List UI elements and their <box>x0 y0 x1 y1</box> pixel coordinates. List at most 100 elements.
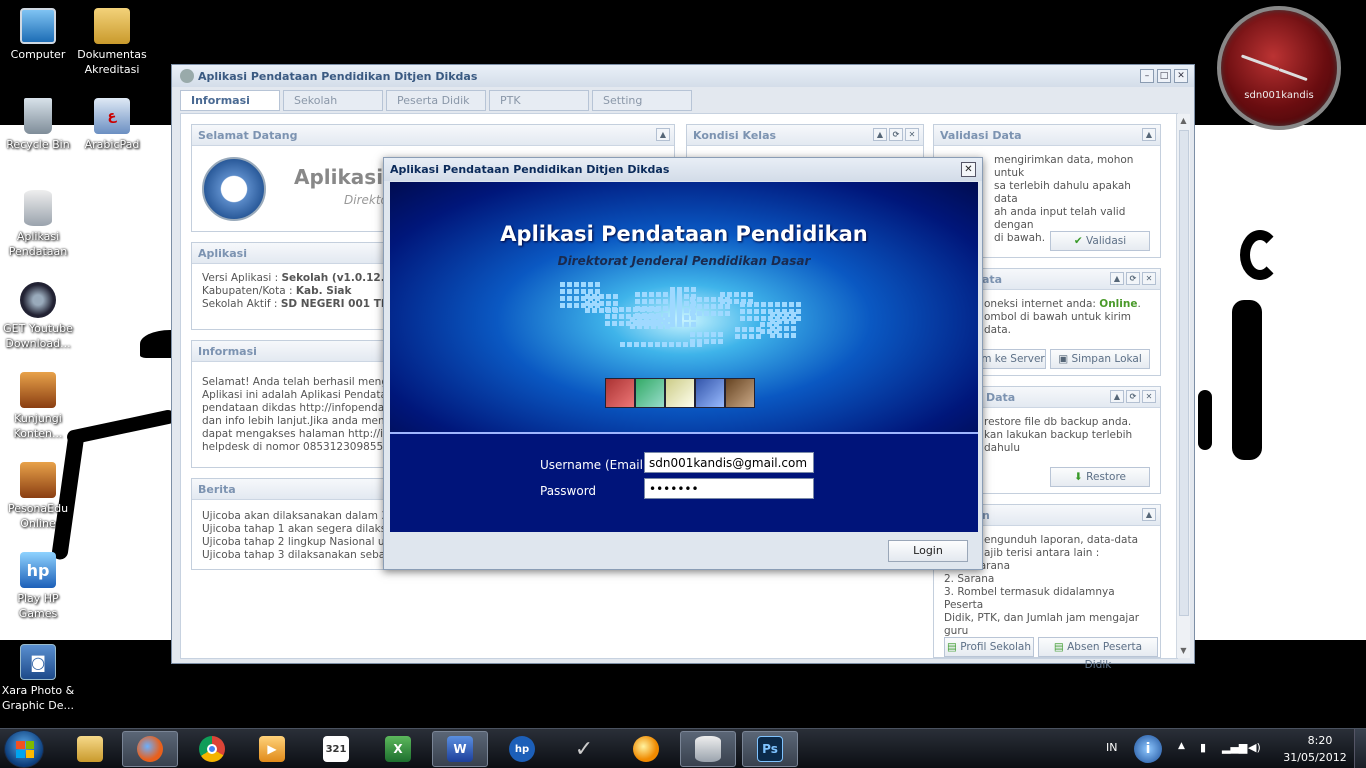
tab-ptk[interactable]: PTK <box>489 90 589 111</box>
map-dot <box>718 339 723 344</box>
collapse-icon[interactable]: ▲ <box>1110 272 1124 285</box>
main-window-titlebar[interactable]: Aplikasi Pendataan Pendidikan Ditjen Dik… <box>172 65 1194 87</box>
tab-sekolah[interactable]: Sekolah <box>283 90 383 111</box>
laporan-line: 2. Sarana <box>944 573 995 585</box>
collapse-icon[interactable]: ▲ <box>873 128 887 141</box>
map-dot <box>574 303 579 308</box>
taskbar-photoshop[interactable]: Ps <box>742 731 798 767</box>
refresh-icon[interactable]: ⟳ <box>1126 272 1140 285</box>
login-button[interactable]: Login <box>888 540 968 562</box>
clock-gadget[interactable]: sdn001kandis <box>1217 6 1341 130</box>
validasi-button[interactable]: ✔ Validasi <box>1050 231 1150 251</box>
collapse-icon[interactable]: ▲ <box>1142 128 1156 141</box>
desktop-icon-recycle-bin[interactable]: Recycle Bin <box>0 98 76 152</box>
desktop-icon-dokumentas[interactable]: Dokumentas Akreditasi <box>74 8 150 77</box>
desktop-icon-get-youtube[interactable]: GET Youtube Download... <box>0 282 76 351</box>
taskbar-firefox[interactable] <box>122 731 178 767</box>
device-icon[interactable]: ▮ <box>1200 741 1206 754</box>
kirim-server-button[interactable]: m ke Server <box>980 349 1046 369</box>
language-indicator[interactable]: IN <box>1106 741 1117 754</box>
sekolah-label: Sekolah Aktif : <box>202 298 281 310</box>
map-dot <box>677 287 682 292</box>
maximize-button[interactable]: □ <box>1157 69 1171 83</box>
scroll-down-icon[interactable]: ▼ <box>1177 644 1190 658</box>
photo-thumbnail <box>665 378 695 408</box>
map-dot <box>697 297 702 302</box>
banner-title: Aplikasi Pendataan Pendidikan <box>500 222 868 246</box>
taskbar-calendar[interactable]: 321 <box>308 731 364 767</box>
scroll-up-icon[interactable]: ▲ <box>1177 114 1190 128</box>
taskbar-chrome[interactable] <box>184 731 240 767</box>
map-dot <box>691 322 696 327</box>
map-dot <box>690 339 695 344</box>
show-desktop-button[interactable] <box>1354 729 1366 768</box>
desktop-icon-label: Xara Photo & Graphic De... <box>1 684 75 712</box>
map-dot <box>796 316 801 321</box>
map-dot <box>677 322 682 327</box>
taskbar-excel[interactable]: X <box>370 731 426 767</box>
taskbar-database-app[interactable] <box>680 731 736 767</box>
simpan-lokal-button[interactable]: ▣ Simpan Lokal <box>1050 349 1150 369</box>
minimize-button[interactable]: – <box>1140 69 1154 83</box>
arrow-down-icon: ⬇ <box>1074 471 1083 483</box>
desktop-icon-play-hp-games[interactable]: hp Play HP Games <box>0 552 76 621</box>
messenger-icon <box>633 736 659 762</box>
map-dot <box>782 302 787 307</box>
username-field[interactable] <box>644 452 814 473</box>
map-dot <box>711 339 716 344</box>
refresh-icon[interactable]: ⟳ <box>889 128 903 141</box>
map-dot <box>704 339 709 344</box>
refresh-icon[interactable]: ⟳ <box>1126 390 1140 403</box>
start-button[interactable] <box>4 730 44 768</box>
map-dot <box>718 311 723 316</box>
tab-informasi[interactable]: Informasi <box>180 90 280 111</box>
dialog-close-button[interactable]: ✕ <box>961 162 976 177</box>
scrollbar-thumb[interactable] <box>1179 130 1189 616</box>
taskbar-word[interactable]: W <box>432 731 488 767</box>
folder-icon <box>94 8 130 44</box>
clock-date[interactable]: 31/05/2012 <box>1282 751 1348 764</box>
collapse-icon[interactable]: ▲ <box>1110 390 1124 403</box>
dialog-titlebar[interactable]: Aplikasi Pendataan Pendidikan Ditjen Dik… <box>384 158 982 181</box>
show-hidden-icons-icon[interactable]: ▲ <box>1178 741 1185 751</box>
clock-label: sdn001kandis <box>1244 90 1314 101</box>
collapse-icon[interactable]: ▲ <box>656 128 670 141</box>
password-field[interactable] <box>644 478 814 499</box>
signal-icon[interactable]: ▂▄▆ <box>1222 741 1247 754</box>
vertical-scrollbar[interactable]: ▲ ▼ <box>1176 114 1190 658</box>
absen-peserta-didik-button[interactable]: ▤ Absen Peserta Didik <box>1038 637 1158 671</box>
desktop-icon-aplikasi-pendataan[interactable]: Aplikasi Pendataan <box>0 190 76 259</box>
taskbar-media-player[interactable]: ▶ <box>244 731 300 767</box>
map-dot <box>649 306 654 311</box>
map-dot <box>585 308 590 313</box>
desktop-icon-pesonaedu[interactable]: PesonaEdu Online <box>0 462 76 531</box>
restore-button[interactable]: ⬇ Restore <box>1050 467 1150 487</box>
close-icon[interactable]: ✕ <box>1142 390 1156 403</box>
taskbar-explorer[interactable] <box>62 731 118 767</box>
taskbar-check[interactable]: ✓ <box>556 731 612 767</box>
box-icon <box>20 462 56 498</box>
close-button[interactable]: ✕ <box>1174 69 1188 83</box>
profil-sekolah-button[interactable]: ▤ Profil Sekolah <box>944 637 1034 657</box>
desktop-icon-kunjungi[interactable]: Kunjungi Konten... <box>0 372 76 441</box>
tab-peserta-didik[interactable]: Peserta Didik <box>386 90 486 111</box>
collapse-icon[interactable]: ▲ <box>1142 508 1156 521</box>
close-icon[interactable]: ✕ <box>1142 272 1156 285</box>
tab-setting[interactable]: Setting <box>592 90 692 111</box>
map-dot <box>635 320 640 325</box>
close-icon[interactable]: ✕ <box>905 128 919 141</box>
clock-time[interactable]: 8:20 <box>1290 734 1350 747</box>
volume-icon[interactable]: ◀) <box>1248 741 1261 754</box>
banner-subtitle: Direktorat Jenderal Pendidikan Dasar <box>557 254 811 268</box>
desktop-icon-label: Dokumentas Akreditasi <box>77 48 147 76</box>
panel-title: ata <box>982 273 1003 286</box>
panel-header: Selamat Datang ▲ <box>192 125 674 146</box>
taskbar-hp[interactable]: hp <box>494 731 550 767</box>
taskbar-messenger[interactable] <box>618 731 674 767</box>
desktop-icon-arabicpad[interactable]: ع ArabicPad <box>74 98 150 152</box>
map-dot <box>720 299 725 304</box>
action-center-icon[interactable]: i <box>1134 735 1162 763</box>
desktop-icon-xara[interactable]: ◙ Xara Photo & Graphic De... <box>0 644 76 713</box>
map-dot <box>791 326 796 331</box>
desktop-icon-computer[interactable]: Computer <box>0 8 76 62</box>
